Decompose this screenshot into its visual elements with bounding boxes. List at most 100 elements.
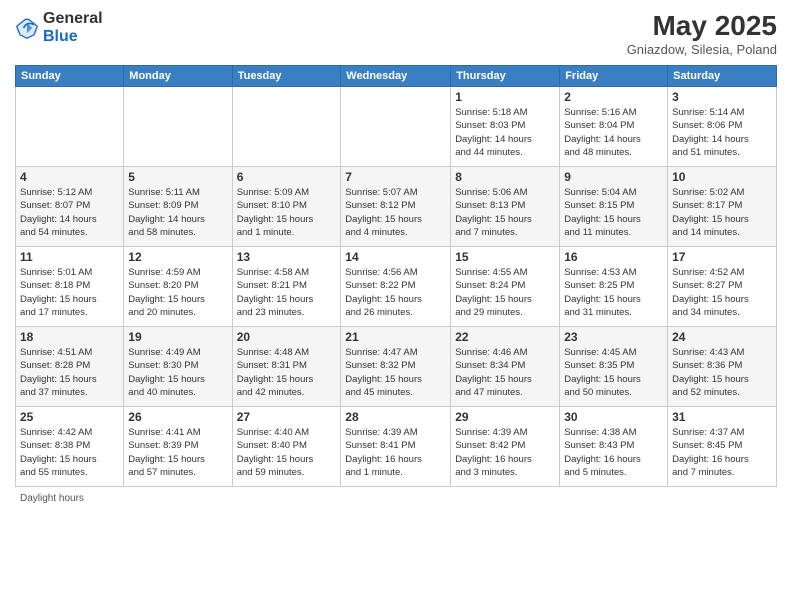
day-info: Sunrise: 4:58 AM Sunset: 8:21 PM Dayligh… — [237, 266, 337, 319]
calendar-cell: 1Sunrise: 5:18 AM Sunset: 8:03 PM Daylig… — [451, 87, 560, 167]
calendar-cell: 2 Sunrise: 5:16 AM Sunset: 8:04 PM Daylig… — [560, 87, 668, 167]
calendar-cell: 26 Sunrise: 4:41 AM Sunset: 8:39 PM Dayli… — [124, 407, 232, 487]
day-number: 20 — [237, 330, 337, 344]
logo-icon — [15, 16, 39, 40]
weekday-header-wednesday: Wednesday — [341, 66, 451, 87]
calendar-cell: 17 Sunrise: 4:52 AM Sunset: 8:27 PM Dayli… — [668, 247, 777, 327]
day-number: 10 — [672, 170, 772, 184]
day-info: Sunrise: 5:04 AM Sunset: 8:15 PM Dayligh… — [564, 186, 663, 239]
weekday-header-tuesday: Tuesday — [232, 66, 341, 87]
calendar-cell: 11 Sunrise: 5:01 AM Sunset: 8:18 PM Dayli… — [16, 247, 124, 327]
day-info: Sunrise: 4:45 AM Sunset: 8:35 PM Dayligh… — [564, 346, 663, 399]
day-number: 2 — [564, 90, 663, 104]
logo-general: General — [43, 10, 103, 27]
day-number: 5 — [128, 170, 227, 184]
weekday-header-friday: Friday — [560, 66, 668, 87]
day-number: 15 — [455, 250, 555, 264]
header: General Blue May 2025 Gniazdow, Silesia,… — [15, 10, 777, 57]
day-number: 26 — [128, 410, 227, 424]
calendar-cell: 20Sunrise: 4:48 AM Sunset: 8:31 PM Dayli… — [232, 327, 341, 407]
day-number: 29 — [455, 410, 555, 424]
day-number: 12 — [128, 250, 227, 264]
day-info: Sunrise: 4:55 AM Sunset: 8:24 PM Dayligh… — [455, 266, 555, 319]
calendar-cell — [341, 87, 451, 167]
calendar-cell: 31Sunrise: 4:37 AM Sunset: 8:45 PM Dayli… — [668, 407, 777, 487]
day-info: Sunrise: 4:56 AM Sunset: 8:22 PM Dayligh… — [345, 266, 446, 319]
weekday-header-sunday: Sunday — [16, 66, 124, 87]
day-number: 11 — [20, 250, 119, 264]
day-info: Sunrise: 5:12 AM Sunset: 8:07 PM Dayligh… — [20, 186, 119, 239]
calendar-cell: 5 Sunrise: 5:11 AM Sunset: 8:09 PM Daylig… — [124, 167, 232, 247]
daylight-label: Daylight hours — [20, 493, 84, 504]
day-number: 1 — [455, 90, 555, 104]
calendar-cell: 13 Sunrise: 4:58 AM Sunset: 8:21 PM Dayli… — [232, 247, 341, 327]
calendar-cell: 12 Sunrise: 4:59 AM Sunset: 8:20 PM Dayli… — [124, 247, 232, 327]
weekday-header-saturday: Saturday — [668, 66, 777, 87]
calendar-week-3: 11 Sunrise: 5:01 AM Sunset: 8:18 PM Dayli… — [16, 247, 777, 327]
calendar-week-4: 18 Sunrise: 4:51 AM Sunset: 8:28 PM Dayli… — [16, 327, 777, 407]
calendar-cell: 8 Sunrise: 5:06 AM Sunset: 8:13 PM Daylig… — [451, 167, 560, 247]
day-info: Sunrise: 4:52 AM Sunset: 8:27 PM Dayligh… — [672, 266, 772, 319]
day-info: Sunrise: 5:14 AM Sunset: 8:06 PM Dayligh… — [672, 106, 772, 159]
calendar-cell: 14Sunrise: 4:56 AM Sunset: 8:22 PM Dayli… — [341, 247, 451, 327]
month-title: May 2025 — [627, 10, 777, 42]
day-info: Sunrise: 4:46 AM Sunset: 8:34 PM Dayligh… — [455, 346, 555, 399]
calendar-table: SundayMondayTuesdayWednesdayThursdayFrid… — [15, 65, 777, 487]
day-number: 9 — [564, 170, 663, 184]
logo: General Blue — [15, 10, 103, 45]
calendar-cell: 18 Sunrise: 4:51 AM Sunset: 8:28 PM Dayli… — [16, 327, 124, 407]
day-info: Sunrise: 4:47 AM Sunset: 8:32 PM Dayligh… — [345, 346, 446, 399]
day-info: Sunrise: 4:41 AM Sunset: 8:39 PM Dayligh… — [128, 426, 227, 479]
day-info: Sunrise: 5:11 AM Sunset: 8:09 PM Dayligh… — [128, 186, 227, 239]
day-info: Sunrise: 4:59 AM Sunset: 8:20 PM Dayligh… — [128, 266, 227, 319]
logo-blue: Blue — [43, 28, 78, 45]
day-number: 18 — [20, 330, 119, 344]
day-info: Sunrise: 4:51 AM Sunset: 8:28 PM Dayligh… — [20, 346, 119, 399]
day-number: 8 — [455, 170, 555, 184]
weekday-header-thursday: Thursday — [451, 66, 560, 87]
day-info: Sunrise: 5:07 AM Sunset: 8:12 PM Dayligh… — [345, 186, 446, 239]
calendar-cell: 7 Sunrise: 5:07 AM Sunset: 8:12 PM Daylig… — [341, 167, 451, 247]
day-number: 21 — [345, 330, 446, 344]
day-number: 16 — [564, 250, 663, 264]
calendar-cell: 10 Sunrise: 5:02 AM Sunset: 8:17 PM Dayli… — [668, 167, 777, 247]
calendar-cell: 21 Sunrise: 4:47 AM Sunset: 8:32 PM Dayli… — [341, 327, 451, 407]
day-info: Sunrise: 5:16 AM Sunset: 8:04 PM Dayligh… — [564, 106, 663, 159]
logo-text: General Blue — [43, 10, 103, 45]
day-number: 23 — [564, 330, 663, 344]
calendar-cell: 30 Sunrise: 4:38 AM Sunset: 8:43 PM Dayli… — [560, 407, 668, 487]
day-info: Sunrise: 4:40 AM Sunset: 8:40 PM Dayligh… — [237, 426, 337, 479]
day-number: 22 — [455, 330, 555, 344]
calendar-week-1: 1Sunrise: 5:18 AM Sunset: 8:03 PM Daylig… — [16, 87, 777, 167]
footer: Daylight hours — [15, 493, 777, 504]
day-number: 7 — [345, 170, 446, 184]
calendar-cell: 19Sunrise: 4:49 AM Sunset: 8:30 PM Dayli… — [124, 327, 232, 407]
day-info: Sunrise: 4:43 AM Sunset: 8:36 PM Dayligh… — [672, 346, 772, 399]
day-number: 30 — [564, 410, 663, 424]
calendar-cell: 24 Sunrise: 4:43 AM Sunset: 8:36 PM Dayli… — [668, 327, 777, 407]
day-info: Sunrise: 5:01 AM Sunset: 8:18 PM Dayligh… — [20, 266, 119, 319]
calendar-cell: 29 Sunrise: 4:39 AM Sunset: 8:42 PM Dayli… — [451, 407, 560, 487]
day-number: 6 — [237, 170, 337, 184]
day-info: Sunrise: 5:02 AM Sunset: 8:17 PM Dayligh… — [672, 186, 772, 239]
calendar-cell: 3Sunrise: 5:14 AM Sunset: 8:06 PM Daylig… — [668, 87, 777, 167]
weekday-header-row: SundayMondayTuesdayWednesdayThursdayFrid… — [16, 66, 777, 87]
day-number: 17 — [672, 250, 772, 264]
calendar-cell: 23 Sunrise: 4:45 AM Sunset: 8:35 PM Dayli… — [560, 327, 668, 407]
day-info: Sunrise: 5:06 AM Sunset: 8:13 PM Dayligh… — [455, 186, 555, 239]
day-info: Sunrise: 4:39 AM Sunset: 8:42 PM Dayligh… — [455, 426, 555, 479]
day-number: 4 — [20, 170, 119, 184]
calendar-cell: 16Sunrise: 4:53 AM Sunset: 8:25 PM Dayli… — [560, 247, 668, 327]
title-block: May 2025 Gniazdow, Silesia, Poland — [627, 10, 777, 57]
calendar-cell: 25Sunrise: 4:42 AM Sunset: 8:38 PM Dayli… — [16, 407, 124, 487]
day-number: 31 — [672, 410, 772, 424]
calendar-week-2: 4 Sunrise: 5:12 AM Sunset: 8:07 PM Daylig… — [16, 167, 777, 247]
day-number: 24 — [672, 330, 772, 344]
day-number: 13 — [237, 250, 337, 264]
day-number: 19 — [128, 330, 227, 344]
day-info: Sunrise: 4:42 AM Sunset: 8:38 PM Dayligh… — [20, 426, 119, 479]
location: Gniazdow, Silesia, Poland — [627, 42, 777, 57]
day-number: 27 — [237, 410, 337, 424]
calendar-cell — [124, 87, 232, 167]
day-info: Sunrise: 4:38 AM Sunset: 8:43 PM Dayligh… — [564, 426, 663, 479]
